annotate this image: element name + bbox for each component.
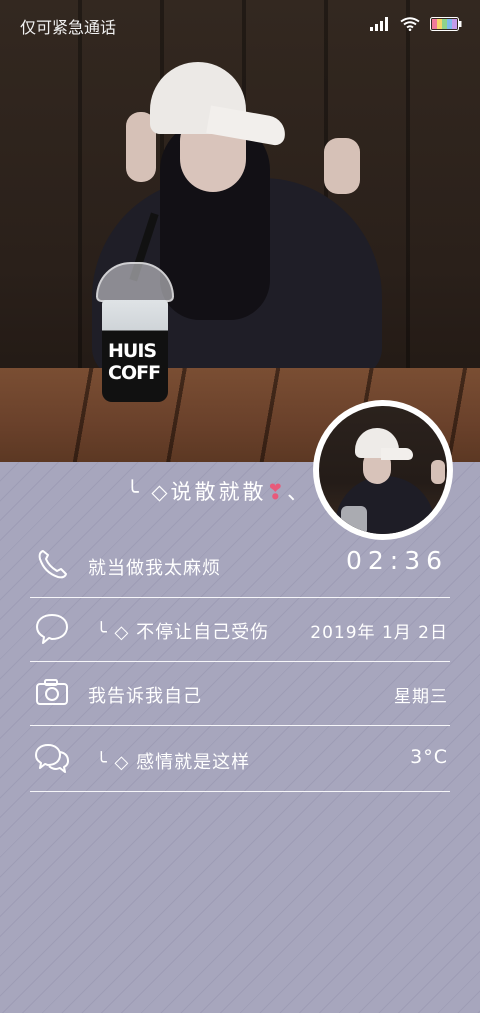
- avatar-photo: [319, 406, 447, 534]
- avatar-hand: [431, 460, 445, 484]
- lock-screen: HUIS COFF 仅可紧急通话 ╰ ◇说散就散❣、 就当做我太麻烦 02:36…: [0, 0, 480, 1013]
- signal-icon: [370, 17, 390, 31]
- avatar-cup: [341, 506, 367, 534]
- status-bar: 仅可紧急通话: [0, 0, 480, 52]
- weekday-text: 星期三: [394, 687, 448, 707]
- cup-lid: [96, 262, 174, 302]
- avatar[interactable]: [313, 400, 453, 540]
- coffee-cup: HUIS COFF: [96, 262, 174, 402]
- wallpaper-photo: HUIS COFF: [0, 0, 480, 462]
- messages-icon: [34, 740, 70, 776]
- status-icons: [370, 17, 462, 31]
- chat-icon: [34, 610, 70, 646]
- widget-headline: ╰ ◇说散就散❣、: [126, 476, 311, 506]
- widget-row-weather[interactable]: ╰ ◇ 感情就是这样 3°C: [30, 728, 450, 792]
- phone-icon: [34, 546, 70, 582]
- camera-icon: [34, 674, 70, 710]
- person-hand-right: [324, 138, 360, 194]
- cup-text-line1: HUIS: [108, 340, 157, 362]
- widget-row-time[interactable]: 就当做我太麻烦 02:36: [30, 534, 450, 598]
- wifi-icon: [400, 17, 420, 31]
- battery-icon: [430, 17, 462, 31]
- cup-text: HUIS COFF: [108, 340, 168, 384]
- heart-icon: ❣: [266, 480, 288, 504]
- date-text: 2019年 1月 2日: [310, 623, 448, 643]
- temperature-text: 3°C: [410, 746, 448, 768]
- widget-row-date[interactable]: ╰ ◇ 不停让自己受伤 2019年 1月 2日: [30, 598, 450, 662]
- avatar-cap-brim: [381, 448, 413, 460]
- row-label-2: ╰ ◇ 不停让自己受伤: [96, 622, 270, 643]
- clock-time: 02:36: [345, 546, 448, 575]
- row-label-1: 就当做我太麻烦: [88, 558, 221, 579]
- row-label-3: 我告诉我自己: [88, 686, 202, 707]
- cup-text-line2: COFF: [108, 362, 161, 384]
- row-label-4: ╰ ◇ 感情就是这样: [96, 752, 251, 773]
- headline-text: ╰ ◇说散就散: [126, 480, 267, 504]
- carrier-text: 仅可紧急通话: [20, 18, 117, 37]
- headline-suffix: 、: [287, 480, 312, 504]
- widget-row-weekday[interactable]: 我告诉我自己 星期三: [30, 662, 450, 726]
